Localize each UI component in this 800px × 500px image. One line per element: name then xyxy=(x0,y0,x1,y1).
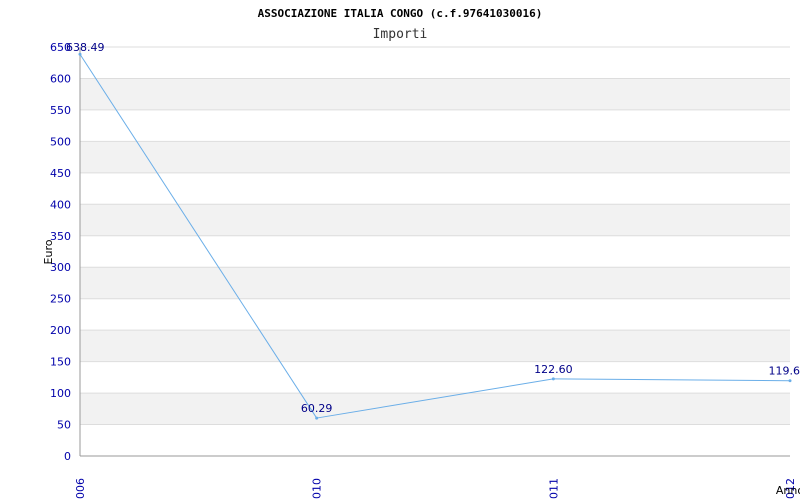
data-point xyxy=(788,379,792,383)
line-chart: ASSOCIAZIONE ITALIA CONGO (c.f.976410300… xyxy=(42,7,800,500)
y-tick-label: 600 xyxy=(50,72,71,85)
y-tick-label: 550 xyxy=(50,104,71,117)
chart-subtitle: Importi xyxy=(373,27,428,42)
x-axis-label: Anno xyxy=(776,484,800,497)
data-label: 119.6 xyxy=(769,365,800,378)
y-axis-label: Euro xyxy=(42,239,55,264)
y-tick-label: 0 xyxy=(64,450,71,463)
data-point xyxy=(551,377,555,381)
y-tick-label: 150 xyxy=(50,356,71,369)
grid-band xyxy=(80,330,790,362)
y-tick-label: 200 xyxy=(50,324,71,337)
grid-band xyxy=(80,267,790,299)
x-tick-label: 2010 xyxy=(311,478,324,500)
data-point xyxy=(315,416,319,420)
grid-band xyxy=(80,78,790,110)
grid-band xyxy=(80,204,790,236)
grid-band xyxy=(80,141,790,173)
chart-title: ASSOCIAZIONE ITALIA CONGO (c.f.976410300… xyxy=(258,7,543,20)
background-bands xyxy=(80,78,790,425)
x-tick-label: 2006 xyxy=(74,478,87,500)
series-segment xyxy=(553,378,791,382)
y-tick-label: 450 xyxy=(50,167,71,180)
x-tick-label: 2011 xyxy=(547,478,560,500)
y-tick-label: 400 xyxy=(50,198,71,211)
y-tick-label: 100 xyxy=(50,387,71,400)
y-tick-label: 50 xyxy=(57,419,71,432)
x-tick-labels: 2006 2010 2011 2012 xyxy=(74,478,797,500)
data-label: 638.49 xyxy=(66,41,105,54)
grid-band xyxy=(80,393,790,425)
data-label: 122.60 xyxy=(534,363,573,376)
y-tick-label: 250 xyxy=(50,293,71,306)
y-tick-label: 500 xyxy=(50,135,71,148)
data-label: 60.29 xyxy=(301,402,333,415)
